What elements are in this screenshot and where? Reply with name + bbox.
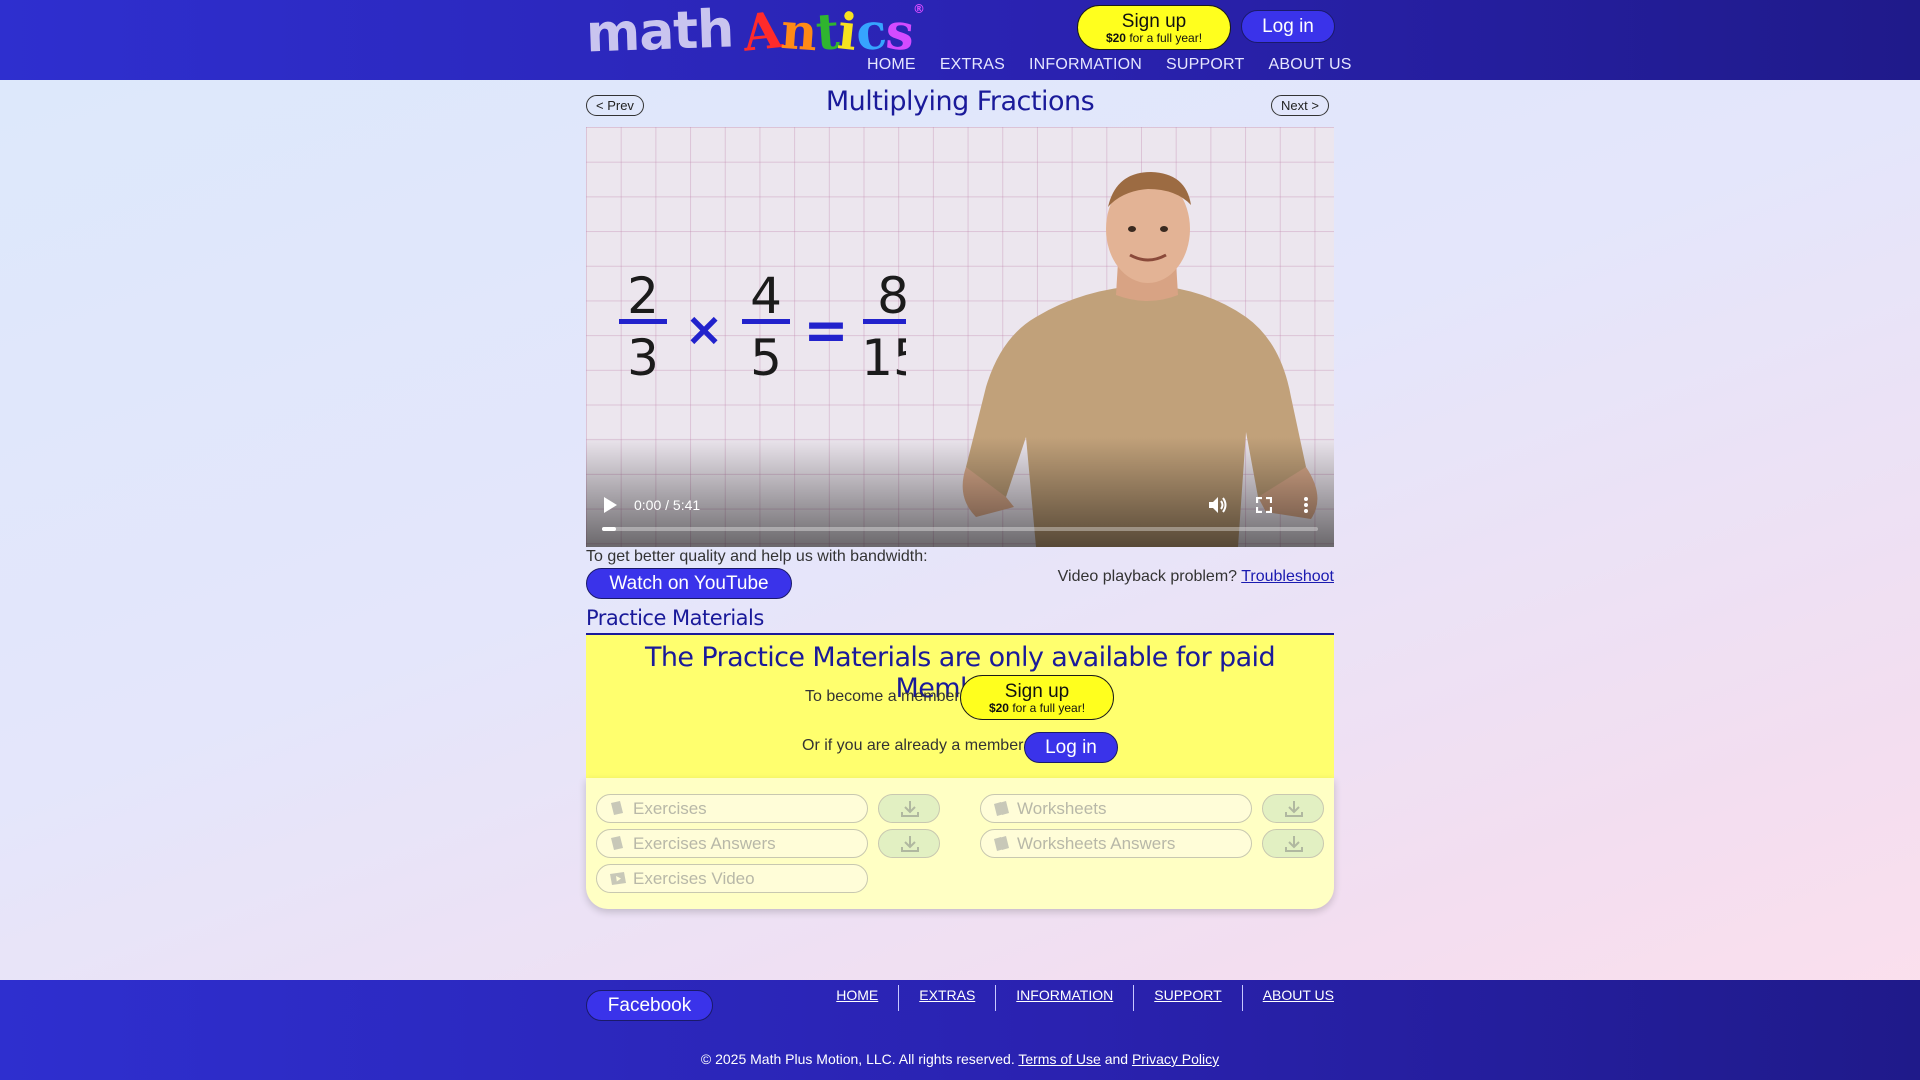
logo-math-text: math <box>584 0 735 65</box>
worksheets-answers-download-button[interactable] <box>1262 829 1324 858</box>
already-member-text: Or if you are already a member: <box>802 737 1028 754</box>
worksheets-answers-button[interactable]: Worksheets Answers <box>980 829 1252 858</box>
page-title: Multiplying Fractions <box>825 86 1095 117</box>
document-icon <box>611 801 623 815</box>
worksheets-icon <box>994 836 1009 851</box>
top-navigation: HOME EXTRAS INFORMATION SUPPORT ABOUT US <box>867 56 1352 74</box>
and-text: and <box>1104 1051 1129 1067</box>
fullscreen-icon[interactable] <box>1256 497 1272 513</box>
playback-problem-line: Video playback problem? Troubleshoot <box>1058 568 1334 586</box>
nav-extras[interactable]: EXTRAS <box>940 56 1005 74</box>
equals-sign: = <box>803 299 848 362</box>
members-signup-button[interactable]: Sign up $20 for a full year! <box>960 675 1114 720</box>
more-options-icon[interactable] <box>1302 496 1310 514</box>
footer-nav-information[interactable]: INFORMATION <box>995 985 1133 1011</box>
footer-nav-extras[interactable]: EXTRAS <box>898 985 995 1011</box>
download-icon <box>901 836 919 852</box>
nav-home[interactable]: HOME <box>867 56 916 74</box>
video-progress-bar[interactable] <box>602 527 1318 531</box>
signup-price-note: for a full year! <box>1129 31 1203 45</box>
signup-label: Sign up <box>1004 681 1070 702</box>
exercises-answers-download-button[interactable] <box>878 829 940 858</box>
members-login-button[interactable]: Log in <box>1024 732 1118 763</box>
troubleshoot-link[interactable]: Troubleshoot <box>1241 568 1334 585</box>
multiply-sign: × <box>685 302 724 356</box>
site-footer: Facebook HOME EXTRAS INFORMATION SUPPORT… <box>0 980 1920 1080</box>
video-progress-fill <box>602 527 617 531</box>
nav-about-us[interactable]: ABOUT US <box>1269 56 1352 74</box>
video-player[interactable]: 2 3 × 4 5 = 8 15 0:00 / 5:41 <box>586 127 1334 547</box>
worksheets-label: Worksheets <box>1017 799 1107 818</box>
exercises-button[interactable]: Exercises <box>596 794 868 823</box>
worksheets-download-button[interactable] <box>1262 794 1324 823</box>
video-icon <box>610 872 626 885</box>
nav-support[interactable]: SUPPORT <box>1166 56 1244 74</box>
worksheets-button[interactable]: Worksheets <box>980 794 1252 823</box>
exercises-download-button[interactable] <box>878 794 940 823</box>
document-icon <box>611 836 623 850</box>
footer-nav-home[interactable]: HOME <box>816 985 898 1011</box>
practice-materials-heading: Practice Materials <box>586 606 764 630</box>
logo-antics-text: An t i c s ® <box>740 0 925 63</box>
footer-nav-support[interactable]: SUPPORT <box>1133 985 1241 1011</box>
exercises-answers-label: Exercises Answers <box>633 834 776 853</box>
signup-label: Sign up <box>1121 11 1187 32</box>
members-only-notice: The Practice Materials are only availabl… <box>586 635 1334 781</box>
footer-nav-about-us[interactable]: ABOUT US <box>1241 985 1334 1011</box>
facebook-button[interactable]: Facebook <box>586 990 713 1021</box>
volume-icon[interactable] <box>1208 496 1228 514</box>
fraction-bar <box>619 319 667 324</box>
next-lesson-button[interactable]: Next > <box>1271 95 1329 116</box>
site-header: math An t i c s ® Sign up $20 for a full year… <box>0 0 1920 80</box>
fraction-bar <box>742 319 790 324</box>
footer-navigation: HOME EXTRAS INFORMATION SUPPORT ABOUT US <box>816 985 1334 1011</box>
eq-b-denominator: 5 <box>750 329 782 387</box>
bandwidth-text: To get better quality and help us with b… <box>586 548 928 565</box>
worksheets-icon <box>994 801 1009 816</box>
exercises-label: Exercises <box>633 799 707 818</box>
watch-on-youtube-button[interactable]: Watch on YouTube <box>586 568 792 599</box>
video-controls: 0:00 / 5:41 <box>586 487 1334 547</box>
exercises-answers-button[interactable]: Exercises Answers <box>596 829 868 858</box>
download-icon <box>901 801 919 817</box>
copyright-line: © 2025 Math Plus Motion, LLC. All rights… <box>0 1051 1920 1067</box>
play-icon[interactable] <box>602 496 618 514</box>
become-member-text: To become a member: <box>805 688 965 705</box>
eq-a-denominator: 3 <box>627 329 659 387</box>
math-antics-logo[interactable]: math An t i c s ® <box>585 0 925 65</box>
privacy-policy-link[interactable]: Privacy Policy <box>1132 1051 1219 1067</box>
practice-materials-panel: Exercises Worksheets Exercises Answers W… <box>586 778 1334 909</box>
terms-of-use-link[interactable]: Terms of Use <box>1018 1051 1100 1067</box>
exercises-video-button[interactable]: Exercises Video <box>596 864 868 893</box>
video-time: 0:00 / 5:41 <box>634 497 701 513</box>
header-signup-button[interactable]: Sign up $20 for a full year! <box>1077 5 1231 50</box>
header-login-button[interactable]: Log in <box>1241 10 1335 43</box>
eq-b-numerator: 4 <box>750 267 782 325</box>
download-icon <box>1285 836 1303 852</box>
eq-a-numerator: 2 <box>627 267 659 325</box>
download-icon <box>1285 801 1303 817</box>
worksheets-answers-label: Worksheets Answers <box>1017 834 1176 853</box>
playback-problem-text: Video playback problem? <box>1057 568 1238 585</box>
exercises-video-label: Exercises Video <box>633 869 755 888</box>
fraction-equation: 2 3 × 4 5 = 8 15 <box>619 267 906 387</box>
signup-price: $20 <box>988 701 1009 715</box>
nav-information[interactable]: INFORMATION <box>1029 56 1142 74</box>
signup-price-note: for a full year! <box>1012 701 1086 715</box>
signup-price: $20 <box>1105 31 1126 45</box>
copyright-text: © 2025 Math Plus Motion, LLC. All rights… <box>700 1051 1015 1067</box>
